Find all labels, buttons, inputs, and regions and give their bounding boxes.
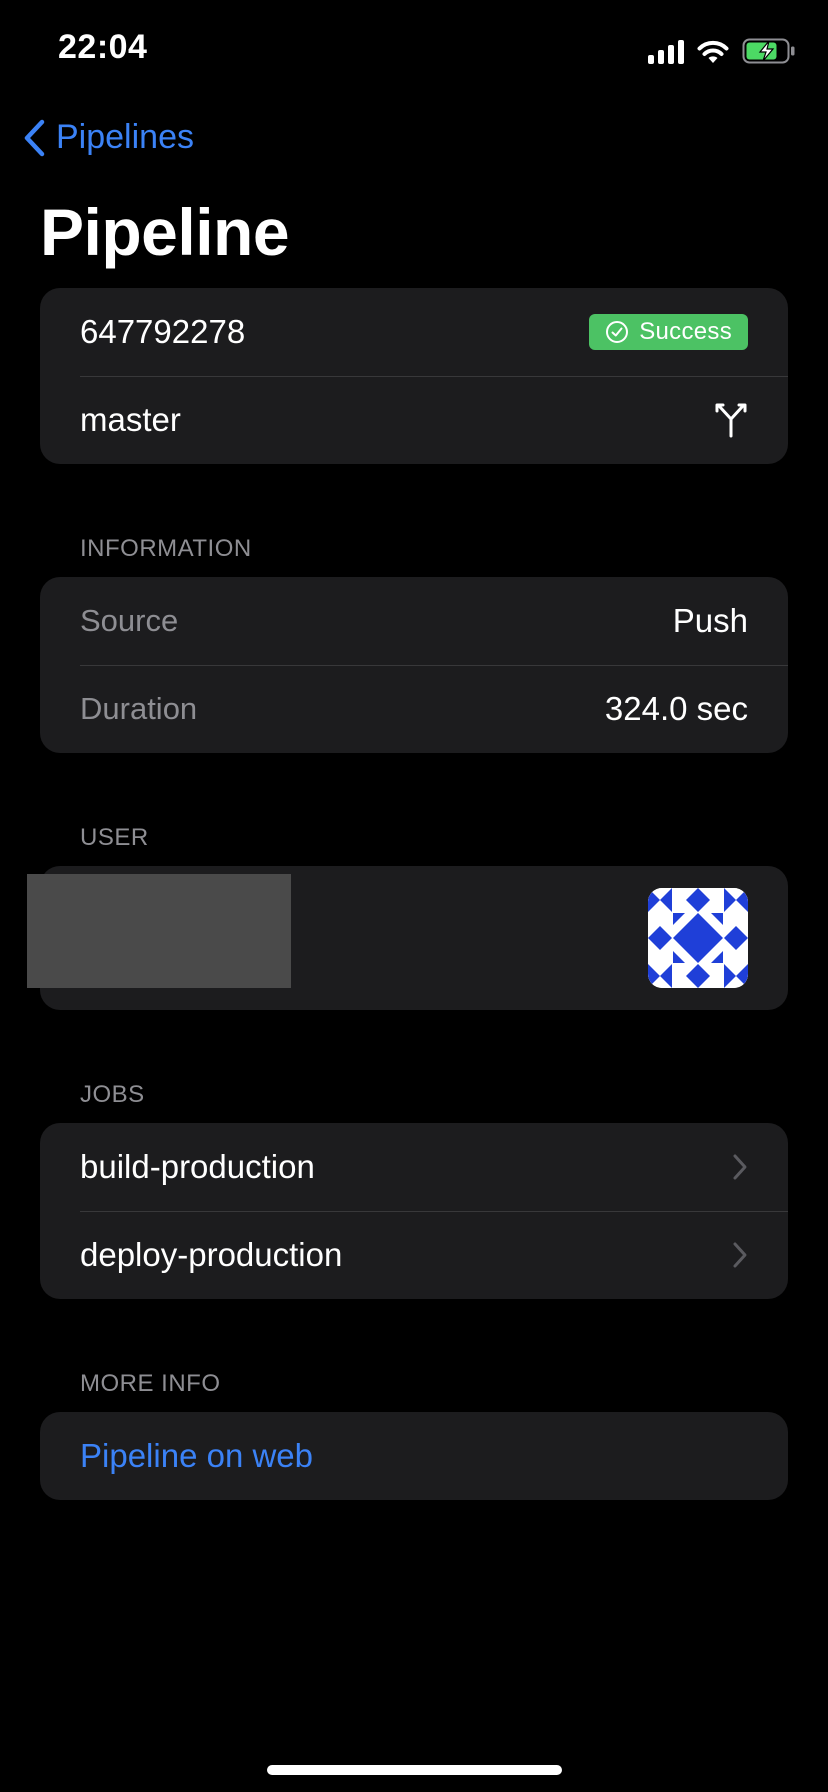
cellular-signal-icon	[648, 38, 684, 64]
job-row[interactable]: build-production	[40, 1123, 788, 1211]
job-label: build-production	[80, 1148, 315, 1185]
duration-row: Duration 324.0 sec	[40, 665, 788, 753]
pipeline-id-row: 647792278 Success	[40, 288, 788, 376]
more-info-section-header: MORE INFO	[80, 1370, 221, 1397]
checkmark-circle-icon	[606, 321, 629, 343]
information-section-header: INFORMATION	[80, 535, 252, 562]
jobs-section-header: JOBS	[80, 1081, 145, 1108]
source-value: Push	[672, 602, 748, 639]
wifi-icon	[697, 40, 729, 63]
status-time: 22:04	[58, 28, 148, 66]
chevron-left-icon	[24, 119, 45, 156]
user-avatar	[648, 888, 748, 988]
back-button-label: Pipelines	[56, 118, 194, 156]
pipeline-web-link-label: Pipeline on web	[80, 1437, 313, 1474]
duration-value: 324.0 sec	[604, 690, 748, 727]
job-label: deploy-production	[80, 1236, 343, 1273]
battery-charging-icon	[742, 38, 795, 64]
information-card: Source Push Duration 324.0 sec	[40, 577, 788, 753]
back-button[interactable]: Pipelines	[22, 118, 194, 157]
user-section-header: USER	[80, 824, 149, 851]
status-badge-label: Success	[639, 318, 732, 345]
branch-name: master	[80, 401, 181, 438]
jobs-card: build-production deploy-production	[40, 1123, 788, 1299]
status-bar: 22:04	[0, 0, 828, 100]
status-badge: Success	[589, 314, 748, 350]
source-label: Source	[80, 603, 179, 638]
more-info-card: Pipeline on web	[40, 1412, 788, 1500]
redacted-username	[27, 874, 291, 988]
branch-row: master	[40, 376, 788, 464]
source-row: Source Push	[40, 577, 788, 665]
page-title: Pipeline	[40, 195, 290, 269]
chevron-right-icon	[733, 1154, 747, 1180]
chevron-right-icon	[733, 1242, 747, 1268]
status-icons	[648, 34, 796, 68]
job-row[interactable]: deploy-production	[40, 1211, 788, 1299]
pipeline-id: 647792278	[80, 313, 246, 350]
pipeline-web-link[interactable]: Pipeline on web	[40, 1412, 788, 1500]
pipeline-summary-card: 647792278 Success master	[40, 288, 788, 464]
branch-icon	[715, 403, 747, 438]
identicon-avatar-icon	[648, 888, 748, 988]
home-indicator[interactable]	[267, 1765, 562, 1775]
duration-label: Duration	[80, 691, 198, 726]
